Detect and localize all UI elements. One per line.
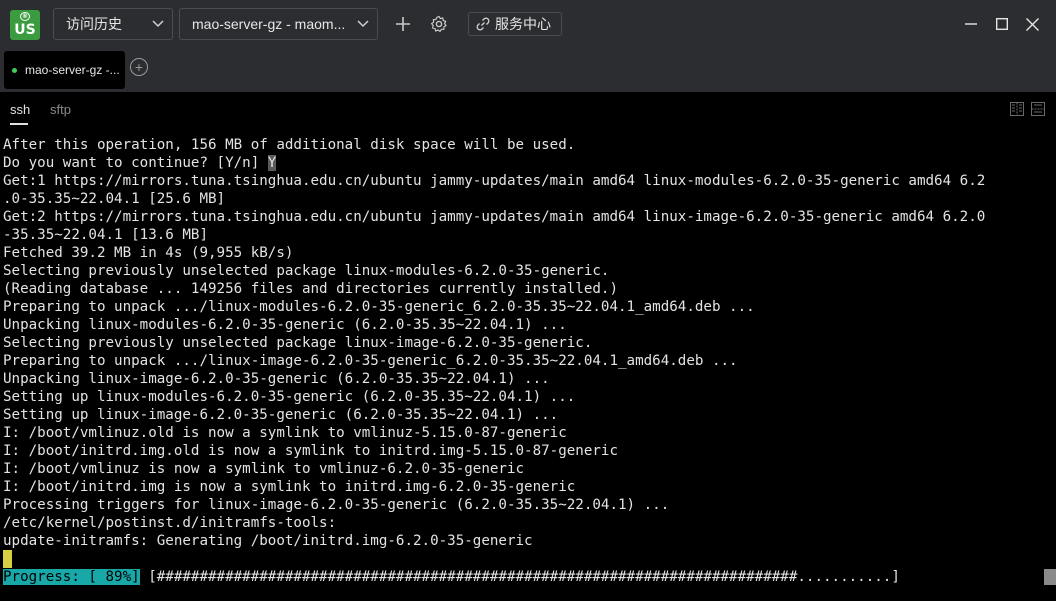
- terminal-line: Get:1 https://mirrors.tuna.tsinghua.edu.…: [3, 173, 986, 189]
- settings-button[interactable]: [427, 12, 451, 36]
- chevron-down-icon: [349, 20, 377, 28]
- terminal-line: -35.35~22.04.1 [13.6 MB]: [3, 227, 208, 243]
- terminal-line: I: /boot/initrd.img is now a symlink to …: [3, 479, 576, 495]
- add-tab-button[interactable]: +: [130, 58, 148, 76]
- terminal-line: Unpacking linux-image-6.2.0-35-generic (…: [3, 371, 550, 387]
- progress-bar: [#######################################…: [148, 569, 900, 585]
- terminal-line: Selecting previously unselected package …: [3, 335, 593, 351]
- service-center-button[interactable]: 服务中心: [468, 12, 562, 36]
- terminal-scrollbar-thumb[interactable]: [1044, 569, 1056, 585]
- session-tab-mao-server-gz[interactable]: mao-server-gz -...: [4, 51, 125, 89]
- plus-icon: [396, 17, 410, 31]
- server-dropdown[interactable]: mao-server-gz - maom...: [179, 8, 378, 40]
- terminal-output[interactable]: After this operation, 156 MB of addition…: [0, 128, 1056, 601]
- terminal-line: Setting up linux-image-6.2.0-35-generic …: [3, 407, 559, 423]
- plus-circle-icon: +: [134, 59, 144, 75]
- prompt-text: Do you want to continue? [Y/n]: [3, 155, 268, 171]
- terminal-line: Processing triggers for linux-image-6.2.…: [3, 497, 670, 513]
- logo-mark-icon: ®: [20, 12, 30, 21]
- terminal-line: /etc/kernel/postinst.d/initramfs-tools:: [3, 515, 337, 531]
- connected-status-icon: [12, 67, 17, 73]
- close-icon: [1025, 17, 1039, 31]
- minimize-button[interactable]: [959, 12, 983, 36]
- maximize-button[interactable]: [990, 12, 1014, 36]
- split-vertical-icon[interactable]: [1010, 102, 1024, 116]
- protocol-tabs: ssh sftp: [0, 92, 1056, 128]
- terminal-line: Preparing to unpack .../linux-modules-6.…: [3, 299, 755, 315]
- close-window-button[interactable]: [1020, 12, 1044, 36]
- chevron-down-icon: [144, 20, 172, 28]
- maximize-icon: [996, 18, 1008, 30]
- terminal-line: Selecting previously unselected package …: [3, 263, 610, 279]
- history-dropdown-label: 访问历史: [66, 16, 122, 32]
- service-center-label: 服务中心: [495, 16, 551, 32]
- terminal-line: I: /boot/initrd.img.old is now a symlink…: [3, 443, 618, 459]
- session-tab-bar: mao-server-gz -... +: [0, 48, 1056, 92]
- terminal-line: Do you want to continue? [Y/n] Y: [3, 154, 1056, 172]
- terminal-line: Setting up linux-modules-6.2.0-35-generi…: [3, 389, 576, 405]
- gear-icon: [430, 15, 447, 33]
- split-horizontal-icon[interactable]: [1031, 102, 1045, 116]
- progress-label: Progress: [ 89%]: [3, 569, 140, 585]
- terminal-line: Unpacking linux-modules-6.2.0-35-generic…: [3, 317, 567, 333]
- tab-ssh[interactable]: ssh: [10, 102, 30, 125]
- progress-row: Progress: [ 89%] [######################…: [3, 568, 900, 586]
- terminal-line: Preparing to unpack .../linux-image-6.2.…: [3, 353, 738, 369]
- title-bar: ® US 访问历史 mao-server-gz - maom... 服务中心: [0, 0, 1056, 48]
- minimize-icon: [965, 23, 977, 25]
- server-dropdown-label: mao-server-gz - maom...: [192, 16, 346, 32]
- terminal-lines: After this operation, 156 MB of addition…: [3, 136, 1056, 550]
- tab-sftp[interactable]: sftp: [50, 102, 71, 117]
- app-logo: ® US: [10, 10, 40, 40]
- terminal-line: update-initramfs: Generating /boot/initr…: [3, 533, 533, 549]
- link-icon: [476, 17, 490, 31]
- terminal-cursor: [3, 550, 12, 568]
- terminal-line: .0-35.35~22.04.1 [25.6 MB]: [3, 191, 226, 207]
- terminal-line: After this operation, 156 MB of addition…: [3, 137, 576, 153]
- history-dropdown[interactable]: 访问历史: [53, 8, 173, 40]
- logo-text: US: [14, 22, 36, 38]
- terminal-line: Get:2 https://mirrors.tuna.tsinghua.edu.…: [3, 209, 986, 225]
- terminal-line: (Reading database ... 149256 files and d…: [3, 281, 618, 297]
- session-tab-label: mao-server-gz -...: [25, 63, 120, 77]
- terminal-line: Fetched 39.2 MB in 4s (9,955 kB/s): [3, 245, 294, 261]
- terminal-line: I: /boot/vmlinuz.old is now a symlink to…: [3, 425, 567, 441]
- new-connection-button[interactable]: [391, 12, 415, 36]
- terminal-line: I: /boot/vmlinuz is now a symlink to vml…: [3, 461, 525, 477]
- typed-answer: Y: [267, 155, 277, 171]
